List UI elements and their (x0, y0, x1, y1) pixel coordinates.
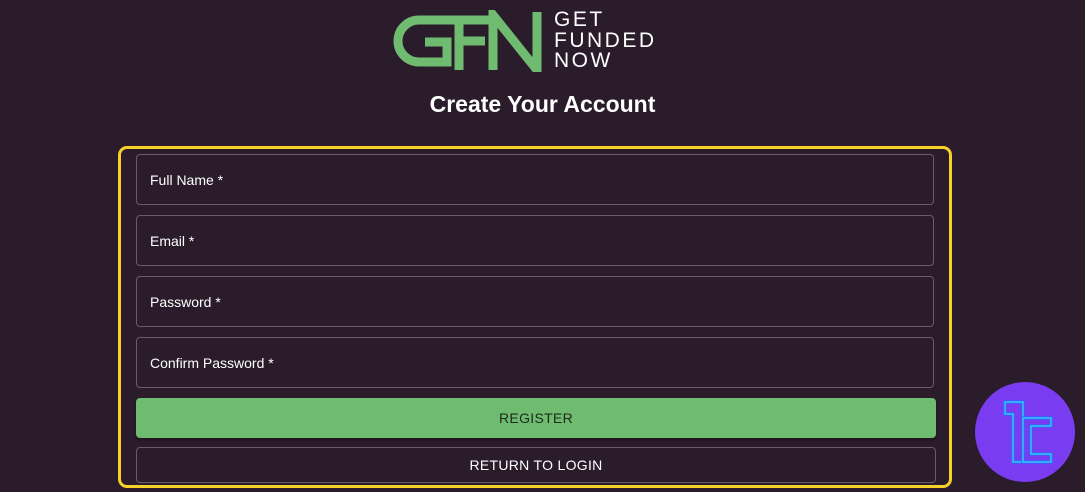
full-name-field[interactable]: Full Name * (136, 154, 934, 205)
confirm-password-field[interactable]: Confirm Password * (136, 337, 934, 388)
brand-line-2: FUNDED (554, 28, 657, 52)
watermark-badge (975, 382, 1075, 482)
tradingfinder-logo-icon (1003, 400, 1053, 464)
brand-line-1: GET (554, 8, 605, 31)
brand-logo: GET FUNDED NOW (385, 8, 695, 72)
return-to-login-button[interactable]: RETURN TO LOGIN (136, 447, 936, 483)
register-form: Full Name * Email * Password * Confirm P… (118, 146, 952, 488)
brand-wordmark: GET FUNDED NOW (554, 8, 657, 72)
confirm-password-label: Confirm Password * (150, 355, 274, 371)
email-field[interactable]: Email * (136, 215, 934, 266)
full-name-label: Full Name * (150, 172, 224, 188)
password-field[interactable]: Password * (136, 276, 934, 327)
email-label: Email * (150, 233, 195, 249)
gfn-logo-icon (393, 10, 542, 72)
password-label: Password * (150, 294, 221, 310)
page-title: Create Your Account (429, 91, 656, 117)
brand-line-3: NOW (554, 49, 613, 72)
register-button[interactable]: REGISTER (136, 398, 936, 438)
